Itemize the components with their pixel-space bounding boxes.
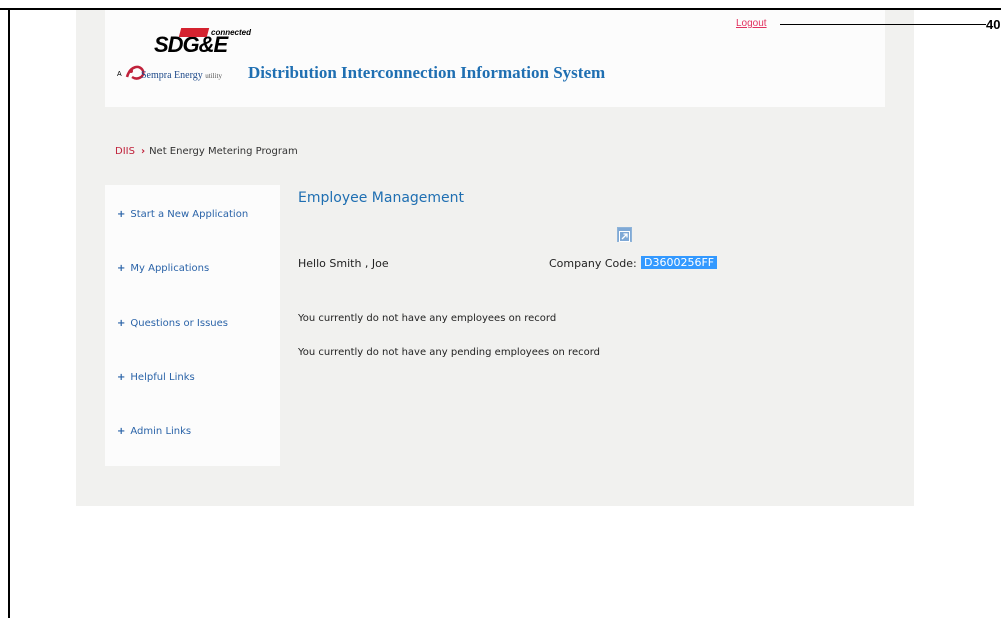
sidebar-item-helpful-links[interactable]: + Helpful Links	[117, 372, 195, 383]
reference-leader-line	[780, 24, 986, 25]
sidebar-item-start-new-application[interactable]: + Start a New Application	[117, 209, 248, 220]
company-code-value[interactable]: D3600256FF	[641, 256, 718, 269]
logo-flag-icon	[178, 28, 210, 37]
arrow-icon	[619, 231, 630, 242]
plus-icon: +	[117, 209, 126, 220]
logo-connected-text: connected	[211, 28, 252, 37]
sempra-name: Sempra Energy	[141, 70, 203, 81]
site-header: SDG&E connected A Sempra Energy utility …	[105, 10, 885, 107]
plus-icon: +	[117, 426, 126, 437]
sidebar-item-my-applications[interactable]: + My Applications	[117, 263, 209, 274]
site-title: Distribution Interconnection Information…	[248, 63, 606, 82]
reference-number: 40	[986, 17, 1001, 32]
company-code-label: Company Code:	[549, 257, 637, 270]
sidebar-item-label: Questions or Issues	[130, 318, 228, 329]
sidebar-item-label: Helpful Links	[130, 372, 195, 383]
logo-a-text: A	[117, 71, 122, 78]
plus-icon: +	[117, 263, 126, 274]
logout-link[interactable]: Logout	[736, 18, 767, 29]
greeting-text: Hello Smith , Joe	[298, 257, 389, 270]
sdge-logo[interactable]: SDG&E connected A Sempra Energy utility	[114, 27, 251, 87]
sidebar-item-admin-links[interactable]: + Admin Links	[117, 426, 191, 437]
sidebar-item-label: Admin Links	[130, 426, 192, 437]
breadcrumb-current: Net Energy Metering Program	[149, 146, 298, 157]
sidebar-item-label: My Applications	[130, 263, 210, 274]
sidebar-nav: + Start a New Application + My Application…	[105, 185, 280, 466]
page-title: Employee Management	[298, 190, 465, 206]
plus-icon: +	[117, 372, 126, 383]
utility-text: utility	[205, 72, 222, 80]
frame-left-line	[8, 8, 10, 618]
breadcrumb: DIIS › Net Energy Metering Program	[115, 146, 298, 157]
sidebar-item-questions-or-issues[interactable]: + Questions or Issues	[117, 318, 228, 329]
plus-icon: +	[117, 318, 126, 329]
breadcrumb-separator-icon: ›	[140, 146, 146, 157]
breadcrumb-root-link[interactable]: DIIS	[115, 146, 135, 157]
no-employees-message: You currently do not have any employees …	[298, 313, 557, 324]
external-link-icon[interactable]	[617, 227, 632, 242]
sidebar-item-label: Start a New Application	[130, 209, 249, 220]
sempra-energy-text: Sempra Energy utility	[141, 70, 222, 81]
no-pending-employees-message: You currently do not have any pending em…	[298, 347, 600, 358]
